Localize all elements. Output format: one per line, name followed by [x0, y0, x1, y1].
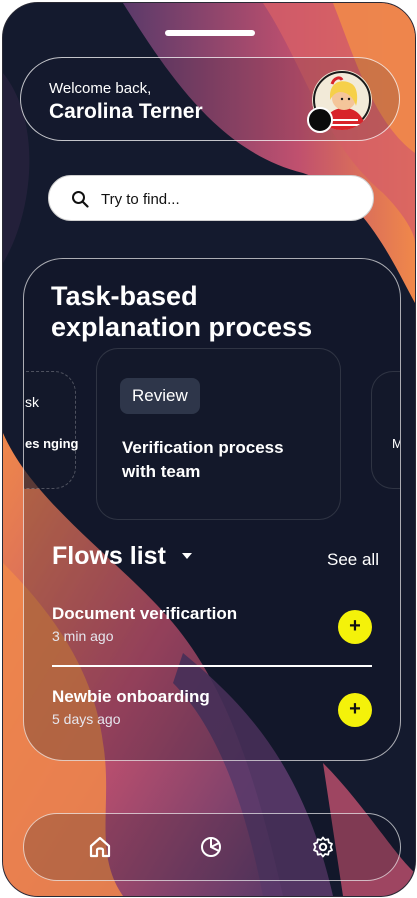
chevron-down-icon[interactable]	[182, 553, 192, 559]
bottom-nav	[23, 813, 401, 881]
task-card-title: Verification process with team	[122, 438, 284, 481]
home-icon[interactable]	[88, 835, 112, 859]
flow-time: 5 days ago	[52, 711, 121, 727]
main-panel: Task-based explanation process sk es ngi…	[23, 258, 401, 761]
home-indicator	[165, 30, 255, 36]
search-icon	[72, 191, 89, 208]
flow-name: Document verificartion	[52, 604, 238, 623]
section-title: Task-based explanation process	[51, 281, 313, 342]
add-button[interactable]: +	[338, 610, 372, 644]
add-button[interactable]: +	[338, 693, 372, 727]
task-card-next[interactable]: M ith	[371, 371, 400, 489]
list-item[interactable]: Newbie onboarding 5 days ago +	[52, 687, 374, 747]
see-all-link[interactable]: See all	[327, 550, 379, 570]
task-card-partial-title: M ith	[392, 434, 400, 453]
task-card-previous[interactable]: sk es nging	[24, 371, 78, 489]
task-card-partial-label: sk	[25, 394, 39, 410]
settings-icon[interactable]	[311, 835, 335, 859]
task-card-partial-title: es nging	[25, 436, 79, 451]
flow-time: 3 min ago	[52, 628, 114, 644]
user-name: Carolina Terner	[49, 100, 203, 123]
welcome-card: Welcome back, Carolina Terner	[20, 57, 400, 141]
list-item[interactable]: Document verificartion 3 min ago +	[52, 604, 374, 664]
status-indicator	[307, 107, 333, 133]
greeting-text: Welcome back,	[49, 80, 152, 97]
status-badge: Review	[120, 378, 200, 414]
search-input[interactable]	[99, 176, 363, 222]
divider	[52, 665, 372, 667]
flows-title[interactable]: Flows list	[52, 542, 166, 571]
phone-frame: Welcome back, Carolina Terner Task-base	[2, 2, 416, 897]
flow-name: Newbie onboarding	[52, 687, 210, 706]
task-card[interactable]: Review Verification process with team	[96, 348, 341, 520]
pie-chart-icon[interactable]	[199, 835, 223, 859]
search-bar[interactable]	[48, 175, 374, 222]
